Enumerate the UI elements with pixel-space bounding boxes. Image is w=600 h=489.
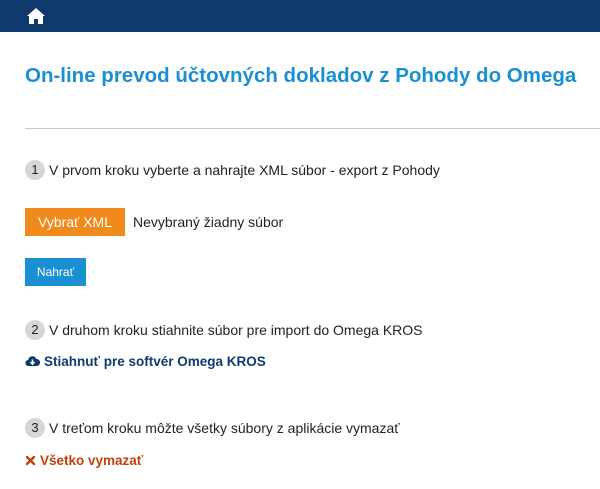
home-icon[interactable]: [26, 7, 46, 25]
step-1: 1 V prvom kroku vyberte a nahrajte XML s…: [25, 160, 440, 180]
step-1-instruction: V prvom kroku vyberte a nahrajte XML súb…: [49, 162, 440, 178]
step-2-instruction: V druhom kroku stiahnite súbor pre impor…: [49, 322, 423, 338]
step-2: 2 V druhom kroku stiahnite súbor pre imp…: [25, 320, 423, 340]
download-link-label: Stiahnuť pre softvér Omega KROS: [44, 354, 266, 369]
delete-all-link[interactable]: Všetko vymazať: [25, 453, 143, 468]
step-number-badge: 2: [25, 320, 45, 340]
file-status-text: Nevybraný žiadny súbor: [133, 214, 284, 230]
step-number-badge: 1: [25, 160, 45, 180]
download-omega-link[interactable]: Stiahnuť pre softvér Omega KROS: [25, 354, 266, 369]
upload-button[interactable]: Nahrať: [25, 258, 86, 286]
step-number-badge: 3: [25, 418, 45, 438]
divider: [25, 128, 600, 129]
step-3-instruction: V treťom kroku môžte všetky súbory z apl…: [49, 420, 400, 436]
cloud-download-icon: [25, 356, 40, 367]
delete-link-label: Všetko vymazať: [40, 453, 144, 468]
page-title: On-line prevod účtovných dokladov z Poho…: [25, 64, 577, 87]
top-navbar: [0, 0, 600, 32]
step-3: 3 V treťom kroku môžte všetky súbory z a…: [25, 418, 400, 438]
close-icon: [25, 455, 36, 466]
choose-xml-button[interactable]: Vybrať XML: [25, 208, 125, 236]
